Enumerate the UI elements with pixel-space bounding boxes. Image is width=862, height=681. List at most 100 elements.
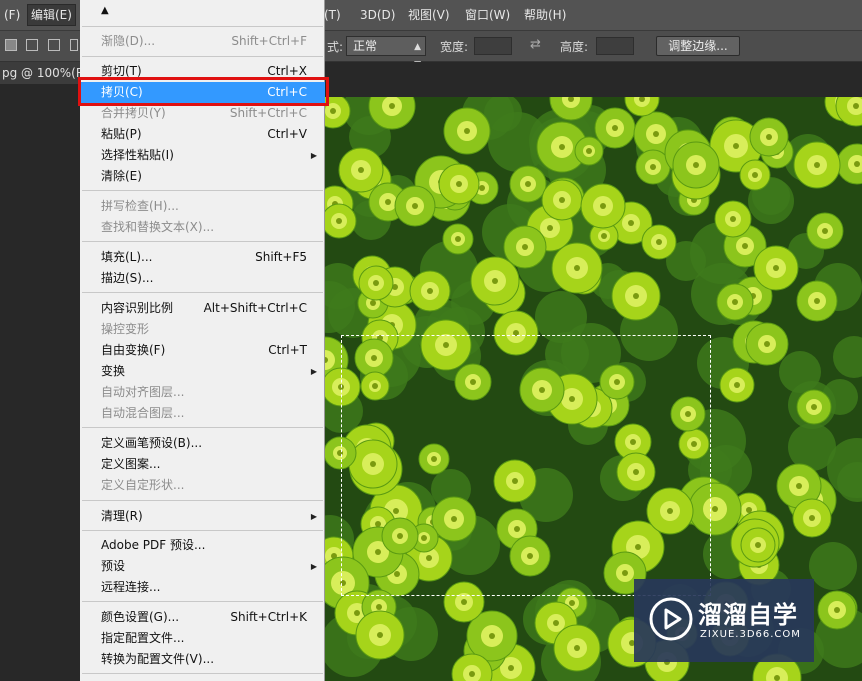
play-logo-icon (649, 597, 693, 641)
menu-item-shortcut: Shift+Ctrl+F (231, 34, 307, 48)
menu-item-content-aware-scale[interactable]: 内容识别比例 Alt+Shift+Ctrl+C (80, 298, 325, 319)
menu-item-label: 自由变换(F) (101, 343, 166, 357)
subtract-selection-icon[interactable] (48, 39, 60, 51)
menu-separator (82, 427, 323, 428)
swap-arrows-icon[interactable]: ⇄ (530, 37, 541, 52)
watermark-title: 溜溜自学 (698, 601, 798, 629)
height-input[interactable] (596, 37, 634, 55)
menu-item-puppet-warp[interactable]: 操控变形 (80, 319, 325, 340)
menu-item-label: 定义自定形状... (101, 478, 185, 492)
menu-item-label: 自动对齐图层... (101, 385, 185, 399)
menu-item-label: 查找和替换文本(X)... (101, 220, 215, 234)
triangle-right-icon: ▶ (310, 151, 317, 160)
menu-item-label: 填充(L)... (101, 250, 153, 264)
menu-item-pdf-presets[interactable]: Adobe PDF 预设... (80, 535, 325, 556)
triangle-right-icon: ▶ (310, 367, 317, 376)
menu-item-label: 自动混合图层... (101, 406, 185, 420)
triangle-right-icon: ▶ (310, 562, 317, 571)
height-label: 高度: (560, 40, 589, 54)
menu-item-label: 转换为配置文件(V)... (101, 652, 215, 666)
menu-edit[interactable]: 编辑(E) (27, 4, 76, 26)
menu-item-shortcut: Alt+Shift+Ctrl+C (203, 301, 307, 315)
menu-item-label: 指定配置文件... (101, 631, 185, 645)
menu-item-shortcut: Ctrl+V (267, 127, 307, 141)
menu-separator (82, 530, 323, 531)
menu-item-label: 内容识别比例 (101, 301, 174, 315)
menu-item-shortcut: Ctrl+T (268, 343, 307, 357)
intersect-selection-icon[interactable] (70, 39, 78, 51)
menu-item-copy-merged[interactable]: 合并拷贝(Y) Shift+Ctrl+C (80, 103, 325, 124)
menu-item-color-settings[interactable]: 颜色设置(G)... Shift+Ctrl+K (80, 607, 325, 628)
width-input[interactable] (474, 37, 512, 55)
width-label: 宽度: (440, 40, 469, 54)
menu-item-stroke[interactable]: 描边(S)... (80, 268, 325, 289)
document-tab[interactable]: pg @ 100%(RGB/8) (0, 62, 82, 84)
menu-item-auto-blend[interactable]: 自动混合图层... (80, 403, 325, 424)
menu-item-define-pattern[interactable]: 定义图案... (80, 454, 325, 475)
menu-item-define-shape[interactable]: 定义自定形状... (80, 475, 325, 496)
left-panel (0, 84, 80, 681)
menu-item-label: Adobe PDF 预设... (101, 538, 206, 552)
menu-separator (82, 190, 323, 191)
refine-edge-button[interactable]: 调整边缘... (656, 36, 740, 56)
menu-separator (82, 500, 323, 501)
menu-item-find-replace[interactable]: 查找和替换文本(X)... (80, 217, 325, 238)
menu-item-label: 粘贴(P) (101, 127, 142, 141)
menu-separator (82, 56, 323, 57)
menu-item-presets[interactable]: 预设 ▶ (80, 556, 325, 577)
triangle-right-icon: ▶ (310, 512, 317, 521)
menu-item-shortcut: Shift+F5 (255, 250, 307, 264)
style-select-value: 正常 (353, 39, 378, 53)
menu-item-clear[interactable]: 清除(E) (80, 166, 325, 187)
style-label: 式: (327, 40, 344, 54)
menu-separator (82, 26, 323, 27)
watermark-subtitle: ZIXUE.3D66.COM (700, 629, 801, 640)
menu-view[interactable]: 视图(V) (405, 6, 453, 24)
menu-item-shortcut: Shift+Ctrl+K (230, 610, 307, 624)
menu-item-label: 定义画笔预设(B)... (101, 436, 203, 450)
menu-item-label: 颜色设置(G)... (101, 610, 180, 624)
menu-3d[interactable]: 3D(D) (357, 6, 398, 24)
menu-item-label: 变换 (101, 364, 126, 378)
menu-item-define-brush[interactable]: 定义画笔预设(B)... (80, 433, 325, 454)
menu-item-paste-special[interactable]: 选择性粘贴(I) ▶ (80, 145, 325, 166)
marquee-selection[interactable] (341, 335, 711, 596)
menu-item-auto-align[interactable]: 自动对齐图层... (80, 382, 325, 403)
menu-item-label: 选择性粘贴(I) (101, 148, 174, 162)
menu-item-label: 定义图案... (101, 457, 161, 471)
menu-item-paste[interactable]: 粘贴(P) Ctrl+V (80, 124, 325, 145)
menu-separator (82, 673, 323, 674)
menu-item-label: 描边(S)... (101, 271, 154, 285)
menu-item-label: 合并拷贝(Y) (101, 106, 166, 120)
triangle-up-icon[interactable]: ▲ (101, 5, 109, 16)
menu-item-convert-profile[interactable]: 转换为配置文件(V)... (80, 649, 325, 670)
copy-callout-box (78, 77, 329, 106)
menu-separator (82, 292, 323, 293)
menu-item-label: 拼写检查(H)... (101, 199, 179, 213)
menu-item-label: 远程连接... (101, 580, 161, 594)
menu-item-remote-connections[interactable]: 远程连接... (80, 577, 325, 598)
menu-item-fade[interactable]: 渐隐(D)... Shift+Ctrl+F (80, 31, 325, 52)
menu-item-label: 预设 (101, 559, 126, 573)
add-selection-icon[interactable] (26, 39, 38, 51)
watermark: 溜溜自学 ZIXUE.3D66.COM (634, 579, 814, 662)
style-select[interactable]: 正常 ▲▼ (346, 36, 426, 70)
menu-item-free-transform[interactable]: 自由变换(F) Ctrl+T (80, 340, 325, 361)
menu-item-label: 渐隐(D)... (101, 34, 156, 48)
new-selection-icon[interactable] (5, 39, 17, 51)
tab-row-background (325, 62, 862, 97)
menu-item-purge[interactable]: 清理(R) ▶ (80, 506, 325, 527)
menu-window[interactable]: 窗口(W) (462, 6, 513, 24)
menu-item-assign-profile[interactable]: 指定配置文件... (80, 628, 325, 649)
menu-file[interactable]: (F) (1, 6, 23, 24)
menu-help[interactable]: 帮助(H) (521, 6, 569, 24)
menu-item-fill[interactable]: 填充(L)... Shift+F5 (80, 247, 325, 268)
menu-item-label: 清除(E) (101, 169, 142, 183)
menu-item-label: 清理(R) (101, 509, 143, 523)
menu-separator (82, 241, 323, 242)
menu-item-shortcut: Shift+Ctrl+C (229, 106, 307, 120)
menu-separator (82, 601, 323, 602)
menu-item-transform[interactable]: 变换 ▶ (80, 361, 325, 382)
menu-item-spell-check[interactable]: 拼写检查(H)... (80, 196, 325, 217)
menu-item-label: 操控变形 (101, 322, 150, 336)
